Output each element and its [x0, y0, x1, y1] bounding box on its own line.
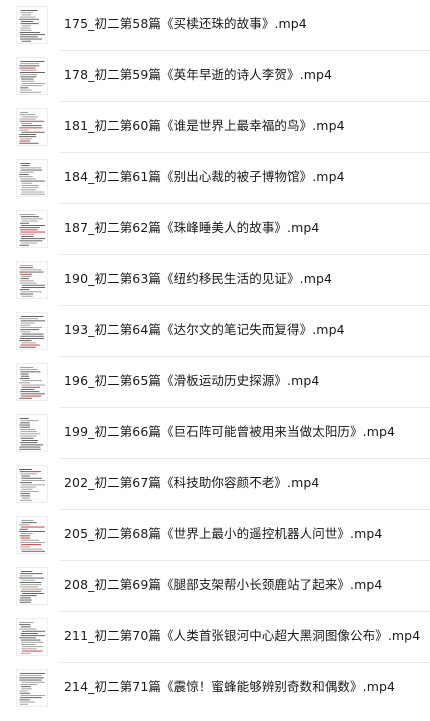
file-row[interactable]: 202_初二第67篇《科技助你容颜不老》.mp4: [0, 459, 430, 510]
file-name: 187_初二第62篇《珠峰睡美人的故事》.mp4: [64, 220, 320, 235]
video-thumbnail-icon: [16, 567, 48, 605]
file-row[interactable]: 196_初二第65篇《滑板运动历史探源》.mp4: [0, 357, 430, 408]
video-thumbnail-icon: [16, 618, 48, 656]
video-thumbnail-icon: [16, 465, 48, 503]
file-row[interactable]: 211_初二第70篇《人类首张银河中心超大黑洞图像公布》.mp4: [0, 612, 430, 663]
file-row[interactable]: 184_初二第61篇《别出心裁的被子博物馆》.mp4: [0, 153, 430, 204]
file-name: 184_初二第61篇《别出心裁的被子博物馆》.mp4: [64, 169, 345, 184]
file-row[interactable]: 214_初二第71篇《震惊！蜜蜂能够辨别奇数和偶数》.mp4: [0, 663, 430, 714]
file-list: 175_初二第58篇《买椟还珠的故事》.mp4 178_初二第59篇《英年早逝的…: [0, 0, 430, 721]
video-thumbnail-icon: [16, 363, 48, 401]
video-thumbnail-icon: [16, 414, 48, 452]
file-name: 178_初二第59篇《英年早逝的诗人李贺》.mp4: [64, 67, 333, 82]
file-name: 175_初二第58篇《买椟还珠的故事》.mp4: [64, 16, 307, 31]
file-name: 193_初二第64篇《达尔文的笔记失而复得》.mp4: [64, 322, 345, 337]
video-thumbnail-icon: [16, 669, 48, 707]
file-row[interactable]: 208_初二第69篇《腿部支架帮小长颈鹿站了起来》.mp4: [0, 561, 430, 612]
file-row[interactable]: 193_初二第64篇《达尔文的笔记失而复得》.mp4: [0, 306, 430, 357]
file-name: 190_初二第63篇《纽约移民生活的见证》.mp4: [64, 271, 333, 286]
file-row[interactable]: 190_初二第63篇《纽约移民生活的见证》.mp4: [0, 255, 430, 306]
file-row[interactable]: 187_初二第62篇《珠峰睡美人的故事》.mp4: [0, 204, 430, 255]
file-row[interactable]: 199_初二第66篇《巨石阵可能曾被用来当做太阳历》.mp4: [0, 408, 430, 459]
video-thumbnail-icon: [16, 57, 48, 95]
file-name: 199_初二第66篇《巨石阵可能曾被用来当做太阳历》.mp4: [64, 424, 396, 439]
file-name: 196_初二第65篇《滑板运动历史探源》.mp4: [64, 373, 320, 388]
video-thumbnail-icon: [16, 516, 48, 554]
video-thumbnail-icon: [16, 6, 48, 44]
file-name: 205_初二第68篇《世界上最小的遥控机器人问世》.mp4: [64, 526, 383, 541]
file-row[interactable]: 178_初二第59篇《英年早逝的诗人李贺》.mp4: [0, 51, 430, 102]
file-row[interactable]: 205_初二第68篇《世界上最小的遥控机器人问世》.mp4: [0, 510, 430, 561]
file-name: 181_初二第60篇《谁是世界上最幸福的鸟》.mp4: [64, 118, 345, 133]
file-name: 214_初二第71篇《震惊！蜜蜂能够辨别奇数和偶数》.mp4: [64, 679, 396, 694]
video-thumbnail-icon: [16, 159, 48, 197]
file-name: 208_初二第69篇《腿部支架帮小长颈鹿站了起来》.mp4: [64, 577, 383, 592]
video-thumbnail-icon: [16, 261, 48, 299]
file-row[interactable]: 181_初二第60篇《谁是世界上最幸福的鸟》.mp4: [0, 102, 430, 153]
file-name: 211_初二第70篇《人类首张银河中心超大黑洞图像公布》.mp4: [64, 628, 421, 643]
file-row[interactable]: 175_初二第58篇《买椟还珠的故事》.mp4: [0, 0, 430, 51]
video-thumbnail-icon: [16, 210, 48, 248]
video-thumbnail-icon: [16, 108, 48, 146]
video-thumbnail-icon: [16, 312, 48, 350]
file-name: 202_初二第67篇《科技助你容颜不老》.mp4: [64, 475, 320, 490]
